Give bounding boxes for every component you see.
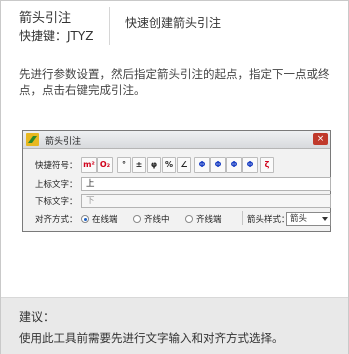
tips-title: 建议： [19,310,56,324]
align-option-label: 齐线端 [196,215,222,225]
arrow-annotation-dialog: 箭头引注 × 快捷符号： m² O₂ ° ± φ % ∠ Φ Φ Φ Φ ζ 上… [22,130,331,232]
align-label: 对齐方式： [35,215,78,225]
symbol-button-angle[interactable]: ∠ [177,157,191,173]
symbols-label: 快捷符号： [35,161,78,171]
symbol-button-steel-2[interactable]: Φ [210,157,226,173]
instruction-text: 先进行参数设置，然后指定箭头引注的起点，指定下一点或终点，点击右键完成引注。 [19,67,330,97]
close-button[interactable]: × [313,133,328,145]
align-radio-2[interactable] [185,215,193,223]
header: 箭头引注 快捷键：JTYZ 快速创建箭头引注 [1,1,348,51]
options-separator [242,211,243,225]
symbol-button-square-meter[interactable]: m² [81,157,97,173]
symbol-button-degree[interactable]: ° [117,157,131,173]
symbol-button-zeta[interactable]: ζ [260,157,274,173]
symbol-button-plus-minus[interactable]: ± [132,157,146,173]
lower-text-label: 下标文字： [35,197,78,207]
align-radio-1[interactable] [133,215,141,223]
chevron-down-icon [322,217,328,221]
symbol-button-steel-1[interactable]: Φ [194,157,210,173]
command-description: 快速创建箭头引注 [125,16,222,30]
align-option-label: 齐线中 [144,215,170,225]
tips-text: 使用此工具前需要先进行文字输入和对齐方式选择。 [19,331,284,345]
app-logo-icon [26,133,39,146]
symbol-button-percent[interactable]: % [162,157,176,173]
dialog-title: 箭头引注 [45,137,82,147]
dialog-titlebar: 箭头引注 × [23,131,330,149]
align-option-label: 在线端 [92,215,118,225]
command-name: 箭头引注 [19,11,72,26]
lower-text-input[interactable]: 下 [81,194,331,208]
symbol-button-steel-3[interactable]: Φ [226,157,242,173]
command-help-card: 箭头引注 快捷键：JTYZ 快速创建箭头引注 先进行参数设置，然后指定箭头引注的… [0,0,349,354]
arrow-style-label: 箭头样式： [247,215,290,225]
upper-text-input[interactable]: 上 [81,177,331,191]
shortcut-text: 快捷键：JTYZ [19,29,94,43]
symbol-button-phi[interactable]: φ [147,157,161,173]
upper-text-label: 上标文字： [35,180,78,190]
header-divider [109,7,110,45]
arrow-style-select[interactable]: 箭头 [286,212,331,226]
arrow-style-value: 箭头 [290,214,308,224]
symbol-button-steel-4[interactable]: Φ [242,157,258,173]
align-radio-0[interactable] [81,215,89,223]
symbol-button-o2[interactable]: O₂ [97,157,113,173]
tips-panel: 建议： 使用此工具前需要先进行文字输入和对齐方式选择。 [1,297,348,354]
